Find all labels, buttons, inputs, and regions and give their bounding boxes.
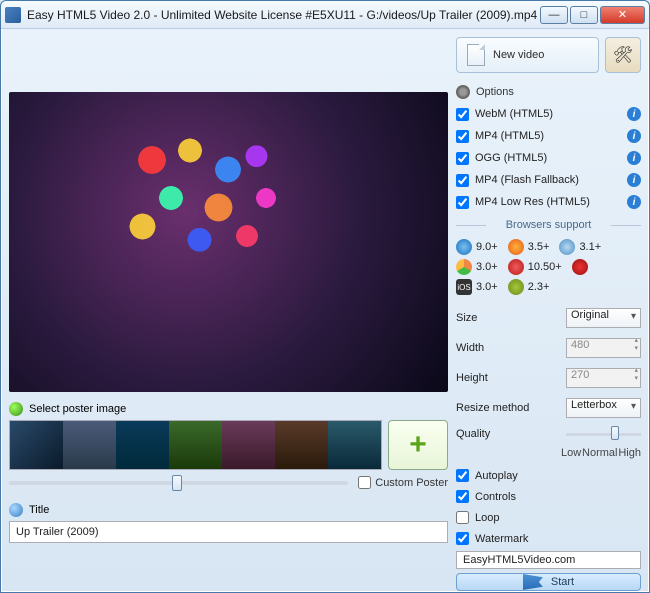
width-label: Width [456, 342, 560, 354]
info-icon[interactable]: i [627, 151, 641, 165]
resize-label: Resize method [456, 402, 560, 414]
title-icon [9, 503, 23, 517]
safari-icon [559, 239, 575, 255]
poster-thumb[interactable] [275, 421, 328, 469]
format-flash-checkbox[interactable]: MP4 (Flash Fallback)i [456, 171, 641, 189]
options-label: Options [476, 86, 514, 98]
poster-label: Select poster image [29, 403, 126, 415]
opera-icon [508, 259, 524, 275]
width-input[interactable]: 480 [566, 338, 641, 358]
gear-icon [456, 85, 470, 99]
poster-thumb[interactable] [10, 421, 63, 469]
autoplay-checkbox[interactable]: Autoplay [456, 467, 641, 484]
add-poster-button[interactable]: + [388, 420, 448, 470]
tools-button[interactable]: 🛠 [605, 37, 641, 73]
format-lowres-checkbox[interactable]: MP4 Low Res (HTML5)i [456, 193, 641, 211]
info-icon[interactable]: i [627, 107, 641, 121]
info-icon[interactable]: i [627, 195, 641, 209]
height-input[interactable]: 270 [566, 368, 641, 388]
poster-thumbnails[interactable] [9, 420, 382, 470]
format-mp4-checkbox[interactable]: MP4 (HTML5)i [456, 127, 641, 145]
app-icon [5, 7, 21, 23]
title-input[interactable] [9, 521, 448, 543]
poster-thumb[interactable] [116, 421, 169, 469]
opera-mini-icon [572, 259, 588, 275]
browsers-support: 9.0+ 3.5+ 3.1+ 3.0+ 10.50+ iOS3.0+ 2.3+ [456, 237, 641, 301]
resize-select[interactable]: Letterbox [566, 398, 641, 418]
browsers-label: Browsers support [456, 219, 641, 231]
custom-poster-checkbox[interactable]: Custom Poster [358, 476, 448, 489]
document-icon [467, 44, 485, 66]
quality-label: Quality [456, 428, 560, 440]
start-button[interactable]: Start [456, 573, 641, 591]
poster-slider[interactable] [9, 481, 348, 485]
maximize-button[interactable]: □ [570, 6, 598, 24]
info-icon[interactable]: i [627, 173, 641, 187]
height-label: Height [456, 372, 560, 384]
format-ogg-checkbox[interactable]: OGG (HTML5)i [456, 149, 641, 167]
controls-checkbox[interactable]: Controls [456, 488, 641, 505]
new-video-button[interactable]: New video [456, 37, 599, 73]
tools-icon: 🛠 [613, 45, 633, 65]
poster-thumb[interactable] [169, 421, 222, 469]
watermark-input[interactable] [456, 551, 641, 569]
poster-thumb[interactable] [328, 421, 381, 469]
size-label: Size [456, 312, 560, 324]
size-select[interactable]: Original [566, 308, 641, 328]
quality-slider[interactable] [566, 429, 641, 439]
close-button[interactable]: ✕ [600, 6, 645, 24]
ie-icon [456, 239, 472, 255]
firefox-icon [508, 239, 524, 255]
poster-thumb[interactable] [222, 421, 275, 469]
loop-checkbox[interactable]: Loop [456, 509, 641, 526]
chrome-icon [456, 259, 472, 275]
flag-icon [523, 574, 543, 590]
video-preview[interactable] [9, 92, 448, 392]
poster-thumb[interactable] [63, 421, 116, 469]
titlebar[interactable]: Easy HTML5 Video 2.0 - Unlimited Website… [1, 1, 649, 29]
poster-icon [9, 402, 23, 416]
watermark-checkbox[interactable]: Watermark [456, 530, 641, 547]
window-title: Easy HTML5 Video 2.0 - Unlimited Website… [27, 8, 540, 22]
minimize-button[interactable]: — [540, 6, 568, 24]
info-icon[interactable]: i [627, 129, 641, 143]
title-label: Title [29, 504, 49, 516]
ios-icon: iOS [456, 279, 472, 295]
format-webm-checkbox[interactable]: WebM (HTML5)i [456, 105, 641, 123]
android-icon [508, 279, 524, 295]
app-window: Easy HTML5 Video 2.0 - Unlimited Website… [0, 0, 650, 593]
